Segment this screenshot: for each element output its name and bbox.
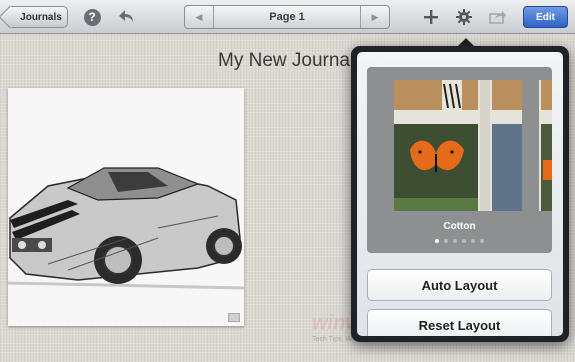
add-button[interactable]	[421, 7, 441, 27]
theme-picker[interactable]: Cotton	[367, 67, 552, 253]
car-sketch-photo[interactable]	[8, 88, 244, 326]
triangle-right-icon: ▶	[371, 11, 379, 22]
plus-icon	[424, 10, 438, 24]
theme-name: Cotton	[443, 221, 476, 232]
previous-page-button[interactable]: ◀	[185, 6, 214, 28]
auto-layout-label: Auto Layout	[421, 277, 498, 293]
reset-layout-label: Reset Layout	[418, 317, 501, 333]
settings-button[interactable]	[454, 7, 474, 27]
photo-resize-handle[interactable]	[228, 313, 240, 322]
auto-layout-button[interactable]: Auto Layout	[367, 269, 552, 301]
undo-icon	[119, 10, 133, 22]
share-icon	[489, 11, 506, 24]
page-dot[interactable]	[453, 239, 457, 243]
toolbar: Journals ? ◀ Page 1 ▶ Edit	[0, 0, 575, 34]
theme-page-dots[interactable]	[367, 239, 552, 243]
question-circle-icon: ?	[83, 8, 101, 26]
next-page-button[interactable]: ▶	[360, 6, 389, 28]
gear-icon	[456, 9, 472, 25]
page-dot[interactable]	[444, 239, 448, 243]
next-theme-preview[interactable]	[539, 80, 552, 211]
edit-button[interactable]: Edit	[523, 6, 568, 28]
popover-content: Cotton Auto Layout Reset Layout	[357, 52, 563, 336]
page-title: My New Journal	[218, 50, 355, 71]
share-button[interactable]	[488, 7, 508, 27]
page-dot[interactable]	[435, 239, 439, 243]
journals-back-label: Journals	[20, 11, 62, 23]
page-dot[interactable]	[462, 239, 466, 243]
settings-popover: Cotton Auto Layout Reset Layout	[351, 46, 569, 342]
next-theme-collage	[539, 80, 552, 211]
theme-preview[interactable]	[394, 80, 522, 211]
help-button[interactable]: ?	[82, 7, 102, 27]
theme-preview-collage	[394, 80, 522, 211]
reset-layout-button[interactable]: Reset Layout	[367, 309, 552, 336]
car-sketch-drawing	[8, 88, 244, 326]
page-navigator: ◀ Page 1 ▶	[184, 5, 390, 29]
undo-button[interactable]	[117, 7, 137, 27]
edit-label: Edit	[536, 11, 555, 23]
page-dot[interactable]	[480, 239, 484, 243]
page-number-label: Page 1	[269, 11, 305, 23]
triangle-left-icon: ◀	[195, 11, 203, 22]
journals-back-button[interactable]: Journals	[8, 6, 68, 28]
page-dot[interactable]	[471, 239, 475, 243]
